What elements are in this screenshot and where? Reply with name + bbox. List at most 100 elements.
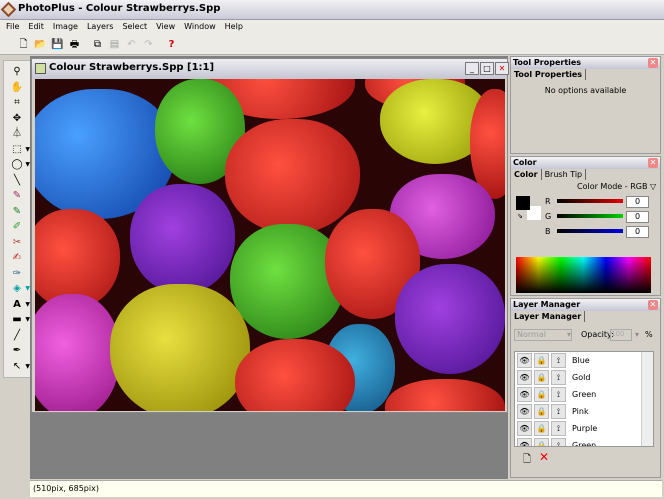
layer-properties-icon[interactable]: ⟟ [551,353,566,368]
r-slider[interactable] [557,199,623,203]
clone-icon[interactable]: ✐ [4,219,30,235]
visibility-eye-icon[interactable]: 👁 [517,353,532,368]
eraser-icon[interactable]: ✂ [4,235,30,251]
help-icon[interactable]: ? [165,38,178,51]
layer-row[interactable]: 👁 🔒 ⟟ Gold [515,369,653,386]
deform-tool-icon[interactable]: ⏃ [4,126,30,142]
menu-select[interactable]: Select [122,22,147,33]
opacity-input[interactable]: 100 [610,329,632,341]
opacity-dropdown-icon[interactable]: ▾ [635,330,639,339]
foreground-color-swatch[interactable] [516,196,530,210]
no-options-message: No options available [544,86,627,95]
new-icon[interactable]: 🗋 [17,38,30,51]
r-value-input[interactable]: 0 [626,196,649,208]
layer-properties-icon[interactable]: ⟟ [551,387,566,402]
visibility-eye-icon[interactable]: 👁 [517,421,532,436]
node-pointer-icon[interactable]: ↖ ▼ [4,359,30,375]
maximize-button[interactable]: □ [480,62,494,75]
menu-file[interactable]: File [6,22,19,33]
layer-properties-icon[interactable]: ⟟ [551,370,566,385]
menu-window[interactable]: Window [184,22,216,33]
blend-mode-select[interactable]: Normal ▾ [514,329,572,341]
tab-layer-manager[interactable]: Layer Manager [511,311,586,322]
close-button[interactable]: ✕ [495,62,509,75]
g-label: G [545,212,552,221]
lock-icon[interactable]: 🔒 [534,438,549,446]
visibility-eye-icon[interactable]: 👁 [517,404,532,419]
layer-properties-icon[interactable]: ⟟ [551,438,566,446]
menu-layers[interactable]: Layers [87,22,113,33]
new-layer-icon[interactable]: 🗋 [523,452,531,469]
tab-color[interactable]: Color [511,169,542,180]
lock-icon[interactable]: 🔒 [534,404,549,419]
layer-row[interactable]: 👁 🔒 ⟟ Purple [515,420,653,437]
tab-tool-properties[interactable]: Tool Properties [511,69,587,80]
g-value-input[interactable]: 0 [626,211,649,223]
percent-icon: % [645,330,653,339]
layer-manager-title-bar: Layer Manager ✕ [511,299,660,311]
layer-row[interactable]: 👁 🔒 ⟟ Green [515,437,653,446]
tool-properties-title-bar: Tool Properties ✕ [511,57,660,69]
color-spectrum[interactable] [516,257,651,293]
magic-wand-icon[interactable]: ╲ [4,173,30,189]
shape-tool-icon[interactable]: ▬ ▼ [4,312,30,328]
color-picker-icon[interactable]: ✒ [4,343,30,359]
cursor-coordinates: (510pix, 685pix) [33,484,99,493]
layer-properties-icon[interactable]: ⟟ [551,421,566,436]
lock-icon[interactable]: 🔒 [534,353,549,368]
image-canvas[interactable] [35,79,505,411]
undo-icon[interactable]: ↶ [125,38,138,51]
copy-icon[interactable]: ⧉ [91,38,104,51]
delete-layer-icon[interactable]: ✕ [539,450,549,464]
lock-icon[interactable]: 🔒 [534,421,549,436]
pencil-icon[interactable]: ✎ [4,204,30,220]
layer-row[interactable]: 👁 🔒 ⟟ Green [515,386,653,403]
b-slider[interactable] [557,229,623,233]
menu-help[interactable]: Help [225,22,243,33]
zoom-tool-icon[interactable]: ⚲ [4,64,30,80]
menu-view[interactable]: View [156,22,175,33]
app-title-bar: PhotoPlus - Colour Strawberrys.Spp [0,0,664,20]
text-tool-icon[interactable]: A ▼ [4,297,30,313]
lock-icon[interactable]: 🔒 [534,370,549,385]
fill-brush-icon[interactable]: ✍ [4,250,30,266]
main-toolbar: 🗋 📂 💾 🖶 ⧉ ▤ ↶ ↷ ? [0,35,664,55]
color-mode-dropdown[interactable]: Color Mode - RGB ▽ [577,182,656,191]
visibility-eye-icon[interactable]: 👁 [517,438,532,446]
line-tool-icon[interactable]: ╱ [4,328,30,344]
paintbrush-icon[interactable]: ✎ [4,188,30,204]
print-icon[interactable]: 🖶 [68,38,81,51]
minimize-button[interactable]: _ [465,62,479,75]
ellipse-select-icon[interactable]: ◯ ▼ [4,157,30,173]
document-title: Colour Strawberrys.Spp [1:1] [49,62,215,73]
move-tool-icon[interactable]: ✥ [4,111,30,127]
rect-select-icon[interactable]: ⬚ ▼ [4,142,30,158]
hand-tool-icon[interactable]: ✋ [4,80,30,96]
crop-tool-icon[interactable]: ⌗ [4,95,30,111]
close-icon[interactable]: ✕ [648,58,658,68]
layer-name: Pink [572,407,589,416]
layer-properties-icon[interactable]: ⟟ [551,404,566,419]
document-title-bar[interactable]: Colour Strawberrys.Spp [1:1] [32,59,507,79]
redo-icon[interactable]: ↷ [142,38,155,51]
layer-row[interactable]: 👁 🔒 ⟟ Pink [515,403,653,420]
visibility-eye-icon[interactable]: 👁 [517,370,532,385]
tab-brush-tip[interactable]: Brush Tip [542,169,587,180]
smudge-icon[interactable]: ✑ [4,266,30,282]
menu-edit[interactable]: Edit [28,22,44,33]
menu-image[interactable]: Image [53,22,78,33]
flood-fill-icon[interactable]: ◈ ▼ [4,281,30,297]
swap-colors-icon[interactable]: ⇘ [517,212,523,220]
open-icon[interactable]: 📂 [34,38,47,51]
b-value-input[interactable]: 0 [626,226,649,238]
close-icon[interactable]: ✕ [648,300,658,310]
g-slider[interactable] [557,214,623,218]
paste-icon[interactable]: ▤ [108,38,121,51]
lock-icon[interactable]: 🔒 [534,387,549,402]
visibility-eye-icon[interactable]: 👁 [517,387,532,402]
close-icon[interactable]: ✕ [648,158,658,168]
save-icon[interactable]: 💾 [51,38,64,51]
layer-list-scrollbar[interactable] [641,352,653,446]
tool-properties-title: Tool Properties [513,58,582,67]
layer-row[interactable]: 👁 🔒 ⟟ Blue [515,352,653,369]
